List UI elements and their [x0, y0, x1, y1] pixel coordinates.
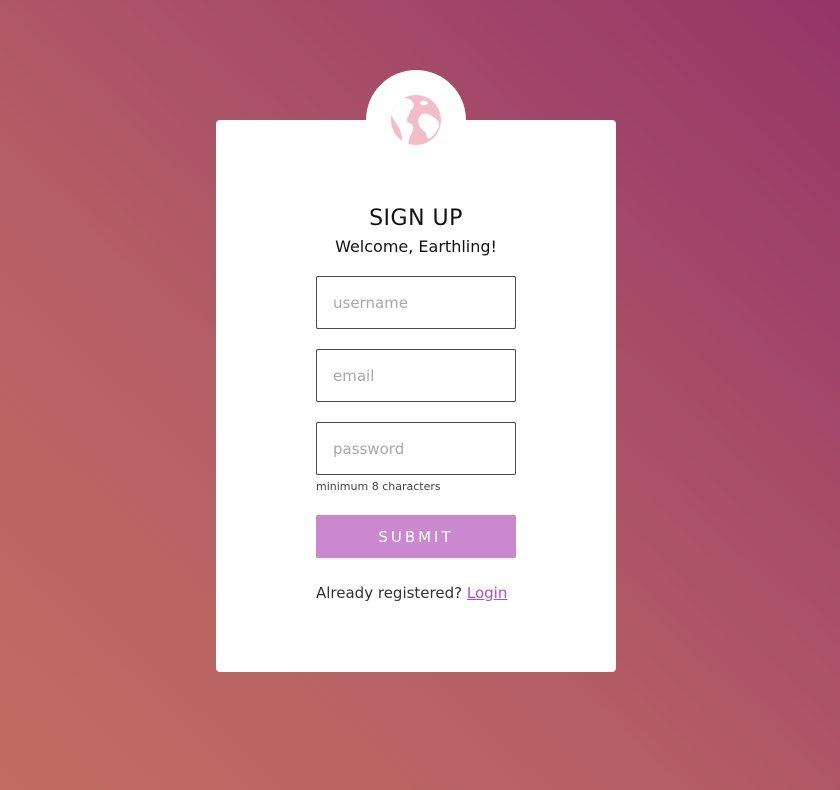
- logo-badge: [366, 70, 466, 170]
- login-prompt-text: Already registered?: [316, 584, 463, 602]
- welcome-subtitle: Welcome, Earthling!: [335, 237, 497, 256]
- page-title: SIGN UP: [369, 206, 463, 231]
- login-prompt: Already registered? Login: [316, 583, 516, 603]
- password-hint: minimum 8 characters: [316, 480, 441, 493]
- email-input[interactable]: [316, 349, 516, 402]
- globe-icon: [391, 95, 441, 145]
- signup-card: SIGN UP Welcome, Earthling! minimum 8 ch…: [216, 120, 616, 672]
- login-link[interactable]: Login: [467, 584, 507, 602]
- submit-button[interactable]: SUBMIT: [316, 515, 516, 558]
- username-input[interactable]: [316, 276, 516, 329]
- password-input[interactable]: [316, 422, 516, 475]
